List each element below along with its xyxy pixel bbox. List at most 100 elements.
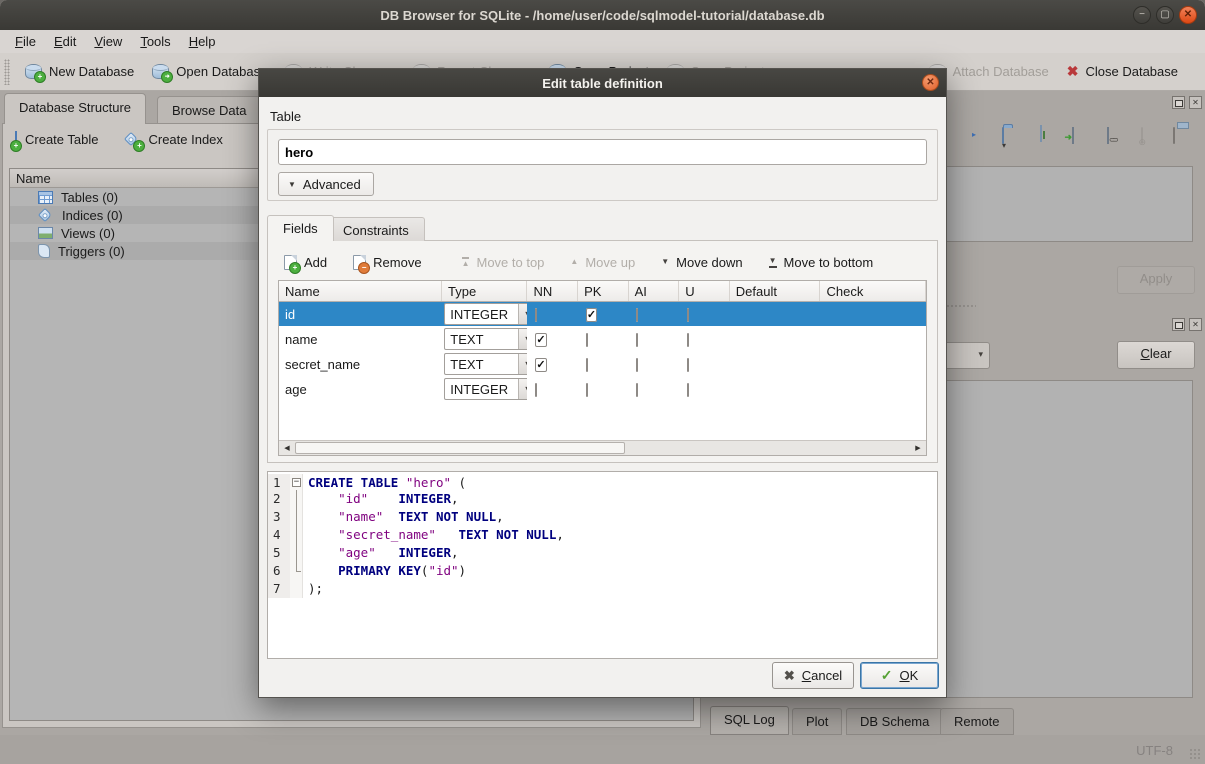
- dock1-close-icon[interactable]: ✕: [1189, 96, 1202, 109]
- sql-line: 1 − CREATE TABLE "hero" (: [268, 472, 937, 490]
- u-checkbox[interactable]: [687, 333, 689, 347]
- clear-log-button[interactable]: Clear: [1117, 341, 1195, 369]
- type-dropdown[interactable]: TEXT ▾: [444, 353, 527, 375]
- move-to-top-icon: ▲: [462, 257, 470, 268]
- sql-line: 4 "secret_name" TEXT NOT NULL,: [268, 526, 937, 544]
- scrollbar-thumb[interactable]: [295, 442, 625, 454]
- sql-line: 2 "id" INTEGER,: [268, 490, 937, 508]
- triggers-icon: [38, 244, 50, 258]
- word-wrap-icon[interactable]: [968, 128, 992, 152]
- close-button[interactable]: ✕: [1179, 6, 1197, 24]
- move-down-button[interactable]: ▼ Move down: [655, 253, 748, 272]
- app-window: DB Browser for SQLite - /home/user/code/…: [0, 0, 1205, 764]
- open-database-button[interactable]: Open Database: [143, 59, 276, 84]
- tab-fields[interactable]: Fields: [267, 215, 334, 241]
- pk-checkbox[interactable]: [586, 383, 588, 397]
- tab-database-structure[interactable]: Database Structure: [4, 93, 146, 124]
- field-row-age[interactable]: age INTEGER ▾: [279, 377, 926, 402]
- menu-tools[interactable]: Tools: [131, 31, 179, 52]
- export-icon[interactable]: [1036, 126, 1060, 150]
- menu-help[interactable]: Help: [180, 31, 225, 52]
- col-type: Type: [442, 281, 527, 301]
- scroll-left-icon[interactable]: ◀: [279, 441, 295, 455]
- menu-edit[interactable]: Edit: [45, 31, 85, 52]
- type-dropdown[interactable]: INTEGER ▾: [444, 303, 527, 325]
- dock2-float-icon[interactable]: [1172, 318, 1185, 331]
- u-checkbox[interactable]: [687, 358, 689, 372]
- pk-checkbox[interactable]: ✓: [586, 308, 597, 322]
- fields-grid-header: Name Type NN PK AI U Default Check: [279, 281, 926, 302]
- dock-splitter[interactable]: [946, 304, 976, 308]
- remove-field-icon: [353, 255, 366, 270]
- link-icon[interactable]: [1105, 128, 1129, 152]
- tab-constraints[interactable]: Constraints: [327, 217, 425, 241]
- fields-grid: Name Type NN PK AI U Default Check id IN…: [278, 280, 927, 456]
- ai-checkbox[interactable]: [636, 358, 638, 372]
- minimize-button[interactable]: −: [1133, 6, 1151, 24]
- toolbar-grip[interactable]: [4, 59, 10, 85]
- add-field-button[interactable]: Add: [278, 253, 333, 272]
- statusbar: UTF-8: [0, 735, 1205, 764]
- field-row-secret-name[interactable]: secret_name TEXT ▾ ✓: [279, 352, 926, 377]
- tab-plot[interactable]: Plot: [792, 708, 842, 735]
- horizontal-scrollbar[interactable]: ◀ ▶: [279, 440, 926, 455]
- print-icon[interactable]: [1170, 128, 1194, 152]
- encoding-label: UTF-8: [1136, 743, 1173, 758]
- type-dropdown[interactable]: INTEGER ▾: [444, 378, 527, 400]
- close-database-button[interactable]: ✖ Close Database: [1058, 58, 1187, 85]
- field-row-id[interactable]: id INTEGER ▾ ✓: [279, 302, 926, 327]
- u-checkbox[interactable]: [687, 308, 689, 322]
- col-default: Default: [730, 281, 821, 301]
- nn-checkbox[interactable]: [535, 383, 537, 397]
- pk-checkbox[interactable]: [586, 358, 588, 372]
- menu-view[interactable]: View: [85, 31, 131, 52]
- tab-browse-data[interactable]: Browse Data: [157, 96, 261, 124]
- pk-checkbox[interactable]: [586, 333, 588, 347]
- fold-collapse-icon[interactable]: −: [292, 478, 301, 487]
- tables-icon: [38, 191, 53, 204]
- dialog-close-icon[interactable]: ✕: [922, 74, 939, 91]
- type-dropdown[interactable]: TEXT ▾: [444, 328, 527, 350]
- col-ai: AI: [629, 281, 680, 301]
- create-index-button[interactable]: Create Index: [124, 132, 222, 147]
- tab-db-schema[interactable]: DB Schema: [846, 708, 943, 735]
- nn-checkbox[interactable]: ✓: [535, 333, 546, 347]
- remove-field-button[interactable]: Remove: [347, 253, 427, 272]
- col-nn: NN: [527, 281, 578, 301]
- menu-file[interactable]: File: [6, 31, 45, 52]
- dock1-float-icon[interactable]: [1172, 96, 1185, 109]
- ok-button[interactable]: ✓ OK: [860, 662, 939, 689]
- chevron-down-icon: ▾: [978, 349, 983, 360]
- tab-sql-log[interactable]: SQL Log: [710, 706, 789, 735]
- close-database-icon: ✖: [1067, 63, 1079, 80]
- move-down-icon: ▼: [661, 258, 669, 266]
- dialog-title: Edit table definition: [542, 76, 663, 91]
- nn-checkbox[interactable]: [535, 308, 537, 322]
- open-external-icon[interactable]: [1070, 128, 1094, 152]
- maximize-button[interactable]: ▢: [1156, 6, 1174, 24]
- cancel-x-icon: ✖: [784, 668, 795, 684]
- field-row-name[interactable]: name TEXT ▾ ✓: [279, 327, 926, 352]
- sql-line: 7 );: [268, 580, 937, 598]
- resize-grip[interactable]: [1189, 748, 1201, 760]
- dialog-titlebar: Edit table definition ✕: [259, 69, 946, 97]
- advanced-button[interactable]: ▼ Advanced: [278, 172, 374, 196]
- dock2-close-icon[interactable]: ✕: [1189, 318, 1202, 331]
- ai-checkbox[interactable]: [636, 333, 638, 347]
- ai-checkbox[interactable]: [636, 383, 638, 397]
- new-database-button[interactable]: New Database: [16, 59, 143, 84]
- cancel-button[interactable]: ✖ Cancel: [772, 662, 854, 689]
- move-to-bottom-button[interactable]: ▼ Move to bottom: [763, 253, 880, 272]
- nn-checkbox[interactable]: ✓: [535, 358, 546, 372]
- create-table-button[interactable]: Create Table: [15, 132, 98, 147]
- table-name-input[interactable]: [278, 139, 927, 165]
- u-checkbox[interactable]: [687, 383, 689, 397]
- ai-checkbox[interactable]: [636, 308, 638, 322]
- scroll-right-icon[interactable]: ▶: [910, 441, 926, 455]
- add-field-icon: [284, 255, 297, 270]
- move-to-bottom-icon: ▼: [769, 257, 777, 268]
- import-icon[interactable]: [1000, 128, 1024, 152]
- sql-preview: 1 − CREATE TABLE "hero" ( 2 "id" INTEGER…: [267, 471, 938, 659]
- tab-remote[interactable]: Remote: [940, 708, 1014, 735]
- menubar: File Edit View Tools Help: [0, 30, 1205, 53]
